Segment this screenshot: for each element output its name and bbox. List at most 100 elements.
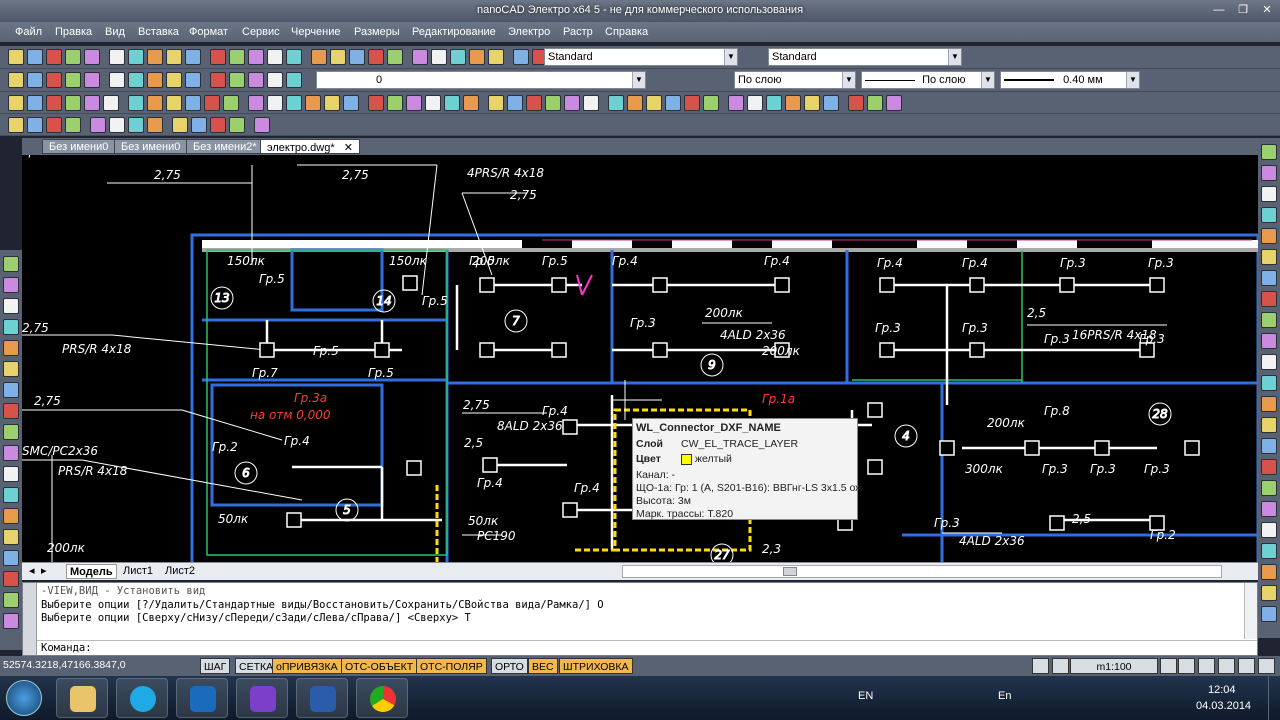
toolbar-tool-icon[interactable] xyxy=(109,72,125,88)
toolbar-tool-icon[interactable] xyxy=(1261,312,1277,328)
menu-edit[interactable]: Правка xyxy=(55,26,92,38)
light-fixture[interactable] xyxy=(402,275,418,291)
toolbar-tool-icon[interactable] xyxy=(3,424,19,440)
toolbar-tool-icon[interactable] xyxy=(747,95,763,111)
toolbar-tool-icon[interactable] xyxy=(27,117,43,133)
toolbar-tool-icon[interactable] xyxy=(286,95,302,111)
menu-raster[interactable]: Растр xyxy=(563,26,593,38)
toolbar-tool-icon[interactable] xyxy=(3,361,19,377)
toolbar-tool-icon[interactable] xyxy=(65,117,81,133)
minimize-button[interactable]: — xyxy=(1208,3,1230,18)
toolbar-tool-icon[interactable] xyxy=(128,72,144,88)
toolbar-tool-icon[interactable] xyxy=(343,95,359,111)
close-button[interactable]: ✕ xyxy=(1256,3,1278,18)
status-tool-icon[interactable] xyxy=(1198,658,1215,674)
menu-help[interactable]: Справка xyxy=(605,26,648,38)
linetype-dropdown[interactable]: По слою ▼ xyxy=(861,71,995,89)
toolbar-tool-icon[interactable] xyxy=(324,95,340,111)
toolbar-tool-icon[interactable] xyxy=(684,95,700,111)
light-fixture[interactable] xyxy=(867,402,883,418)
toolbar-tool-icon[interactable] xyxy=(1261,543,1277,559)
toolbar-tool-icon[interactable] xyxy=(1261,459,1277,475)
light-fixture[interactable] xyxy=(479,277,495,293)
toolbar-tool-icon[interactable] xyxy=(431,49,447,65)
light-fixture[interactable] xyxy=(551,342,567,358)
scale-dropdown[interactable]: m1:100 xyxy=(1070,658,1158,674)
toolbar-tool-icon[interactable] xyxy=(229,117,245,133)
doc-tab[interactable]: Без имени2* xyxy=(186,139,264,154)
close-tab-icon[interactable]: ✕ xyxy=(344,142,353,154)
light-fixture[interactable] xyxy=(867,459,883,475)
command-prompt[interactable]: Команда: xyxy=(41,642,92,654)
toolbar-tool-icon[interactable] xyxy=(46,72,62,88)
toolbar-tool-icon[interactable] xyxy=(1261,249,1277,265)
toolbar-tool-icon[interactable] xyxy=(204,95,220,111)
toolbar-tool-icon[interactable] xyxy=(3,466,19,482)
tray-language[interactable]: En xyxy=(998,690,1011,702)
toolbar-tool-icon[interactable] xyxy=(128,95,144,111)
toolbar-tool-icon[interactable] xyxy=(191,117,207,133)
toolbar-tool-icon[interactable] xyxy=(728,95,744,111)
status-tool-icon[interactable] xyxy=(1160,658,1177,674)
menu-drawing[interactable]: Черчение xyxy=(291,26,341,38)
toolbar-tool-icon[interactable] xyxy=(665,95,681,111)
toolbar-tool-icon[interactable] xyxy=(267,72,283,88)
light-fixture[interactable] xyxy=(406,460,422,476)
light-fixture[interactable] xyxy=(1184,440,1200,456)
status-tool-icon[interactable] xyxy=(1178,658,1195,674)
toolbar-tool-icon[interactable] xyxy=(1261,165,1277,181)
toolbar-tool-icon[interactable] xyxy=(229,49,245,65)
toolbar-tool-icon[interactable] xyxy=(254,117,270,133)
status-tool-icon[interactable] xyxy=(1052,658,1069,674)
toolbar-tool-icon[interactable] xyxy=(425,95,441,111)
light-fixture[interactable] xyxy=(259,342,275,358)
tab-model[interactable]: Модель xyxy=(66,564,117,579)
light-fixture[interactable] xyxy=(1094,440,1110,456)
toolbar-tool-icon[interactable] xyxy=(463,95,479,111)
dim-style-dropdown[interactable]: Standard ▼ xyxy=(768,48,962,66)
toolbar-tool-icon[interactable] xyxy=(608,95,624,111)
toolbar-tool-icon[interactable] xyxy=(3,403,19,419)
light-fixture[interactable] xyxy=(562,502,578,518)
horizontal-scrollbar[interactable] xyxy=(622,565,1222,578)
toolbar-tool-icon[interactable] xyxy=(27,49,43,65)
toolbar-tool-icon[interactable] xyxy=(886,95,902,111)
toolbar-tool-icon[interactable] xyxy=(305,95,321,111)
toolbar-tool-icon[interactable] xyxy=(1261,291,1277,307)
status-tool-icon[interactable] xyxy=(1032,658,1049,674)
toolbar-tool-icon[interactable] xyxy=(248,72,264,88)
doc-tab[interactable]: Без имени0 xyxy=(42,139,116,154)
toolbar-tool-icon[interactable] xyxy=(823,95,839,111)
toolbar-tool-icon[interactable] xyxy=(46,95,62,111)
toolbar-tool-icon[interactable] xyxy=(3,256,19,272)
status-toggle-button[interactable]: ОТС-ОБЪЕКТ xyxy=(341,658,418,674)
toolbar-tool-icon[interactable] xyxy=(109,117,125,133)
toolbar-tool-icon[interactable] xyxy=(387,49,403,65)
doc-tab[interactable]: Без имени0 xyxy=(114,139,188,154)
status-toggle-button[interactable]: ОРТО xyxy=(491,658,528,674)
light-fixture[interactable] xyxy=(551,277,567,293)
command-scrollbar[interactable] xyxy=(1244,583,1257,639)
show-desktop-button[interactable] xyxy=(1268,676,1280,720)
toolbar-tool-icon[interactable] xyxy=(387,95,403,111)
toolbar-tool-icon[interactable] xyxy=(412,49,428,65)
light-fixture[interactable] xyxy=(652,342,668,358)
toolbar-tool-icon[interactable] xyxy=(507,95,523,111)
toolbar-tool-icon[interactable] xyxy=(27,95,43,111)
toolbar-tool-icon[interactable] xyxy=(3,508,19,524)
light-fixture[interactable] xyxy=(939,440,955,456)
toolbar-tool-icon[interactable] xyxy=(349,49,365,65)
toolbar-tool-icon[interactable] xyxy=(8,72,24,88)
toolbar-tool-icon[interactable] xyxy=(766,95,782,111)
taskbar-outlook[interactable] xyxy=(176,678,228,718)
toolbar-tool-icon[interactable] xyxy=(1261,585,1277,601)
toolbar-tool-icon[interactable] xyxy=(166,49,182,65)
toolbar-tool-icon[interactable] xyxy=(210,49,226,65)
color-dropdown[interactable]: По слою ▼ xyxy=(734,71,856,89)
toolbar-tool-icon[interactable] xyxy=(147,95,163,111)
light-fixture[interactable] xyxy=(482,457,498,473)
menu-electro[interactable]: Электро xyxy=(508,26,550,38)
toolbar-tool-icon[interactable] xyxy=(3,382,19,398)
light-fixture[interactable] xyxy=(1024,440,1040,456)
toolbar-tool-icon[interactable] xyxy=(526,95,542,111)
